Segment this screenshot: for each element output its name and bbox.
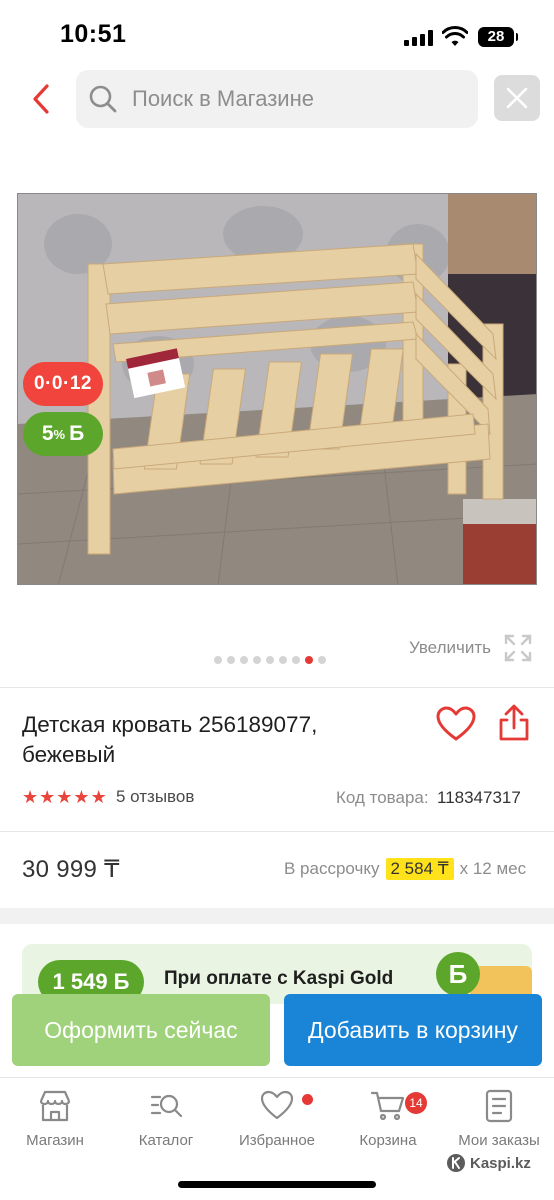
- add-to-cart-button[interactable]: Добавить в корзину: [284, 994, 542, 1066]
- search-placeholder: Поиск в Магазине: [132, 86, 314, 111]
- back-button[interactable]: [24, 80, 58, 118]
- star-icon: ★: [90, 787, 107, 807]
- share-icon[interactable]: [496, 704, 532, 742]
- battery-indicator: 28: [478, 27, 518, 47]
- rating-stars: ★ ★ ★ ★ ★: [22, 788, 107, 806]
- installment-suffix: x 12 мес: [459, 859, 527, 878]
- wifi-icon: [442, 26, 468, 46]
- gallery-dot[interactable]: [266, 656, 274, 664]
- gallery-dot[interactable]: [240, 656, 248, 664]
- tab-orders[interactable]: Мои заказы: [444, 1088, 554, 1149]
- zoom-label[interactable]: Увеличить: [409, 638, 491, 658]
- gallery-pagination[interactable]: [214, 656, 326, 664]
- cart-icon: [370, 1091, 405, 1121]
- star-icon: ★: [39, 787, 56, 807]
- gallery-dot[interactable]: [214, 656, 222, 664]
- product-title: Детская кровать 256189077, бежевый: [22, 712, 318, 767]
- product-code-value: 118347317: [437, 788, 521, 807]
- cart-count-badge: 14: [405, 1092, 427, 1114]
- gallery-dot[interactable]: [279, 656, 287, 664]
- star-icon: ★: [22, 787, 39, 807]
- bonus-symbol: Б: [69, 422, 85, 445]
- close-icon: [506, 87, 528, 109]
- orders-list-icon: [485, 1089, 513, 1123]
- gallery-dot[interactable]: [292, 656, 300, 664]
- kaspi-watermark: Kaspi.kz: [446, 1153, 531, 1173]
- status-bar: 10:51 28: [0, 0, 554, 70]
- status-time: 10:51: [60, 20, 127, 48]
- tab-catalog-label: Каталог: [138, 1132, 194, 1149]
- divider: [0, 831, 554, 832]
- catalog-search-icon: [150, 1094, 183, 1118]
- checkout-now-button[interactable]: Оформить сейчас: [12, 994, 270, 1066]
- gallery-dot[interactable]: [253, 656, 261, 664]
- section-separator: [0, 908, 554, 924]
- gallery-dot[interactable]: [318, 656, 326, 664]
- store-icon: [39, 1090, 71, 1122]
- tab-cart-label: Корзина: [359, 1132, 417, 1149]
- bonus-badge: 5% Б: [23, 412, 103, 456]
- bonus-coin-icon: Б: [436, 952, 480, 996]
- reviews-link[interactable]: 5 отзывов: [116, 787, 194, 807]
- promo-text: При оплате с Kaspi Gold: [164, 968, 394, 989]
- chevron-left-icon: [33, 84, 49, 114]
- tab-orders-label: Мои заказы: [458, 1132, 540, 1149]
- gallery-dot[interactable]: [305, 656, 313, 664]
- close-button[interactable]: [494, 75, 540, 121]
- favorites-badge-dot: [302, 1094, 313, 1105]
- star-icon: ★: [73, 787, 90, 807]
- divider: [0, 687, 554, 688]
- signal-icon: [404, 30, 434, 46]
- home-indicator[interactable]: [178, 1181, 376, 1188]
- installment-prefix: В рассрочку: [284, 859, 380, 878]
- watermark-text: Kaspi.kz: [470, 1154, 531, 1172]
- heart-outline-icon: [260, 1090, 294, 1120]
- installment-amount: 2 584 ₸: [385, 858, 454, 880]
- product-code-label: Код товара:: [336, 788, 429, 807]
- tab-cart[interactable]: 14 Корзина: [333, 1088, 443, 1149]
- bonus-percent: 5: [41, 422, 54, 445]
- expand-icon[interactable]: [504, 634, 532, 662]
- search-icon: [89, 85, 117, 113]
- product-price: 30 999 ₸: [22, 856, 120, 883]
- search-input[interactable]: Поиск в Магазине: [76, 70, 478, 128]
- gallery-dot[interactable]: [227, 656, 235, 664]
- tab-shop-label: Магазин: [26, 1132, 84, 1149]
- tab-favorites-label: Избранное: [238, 1132, 316, 1149]
- percent-sign-icon: %: [53, 426, 66, 442]
- heart-icon[interactable]: [436, 706, 476, 742]
- tab-shop[interactable]: Магазин: [0, 1088, 110, 1149]
- installment-badge: 0·0·12: [23, 362, 103, 406]
- installment-info[interactable]: В рассрочку 2 584 ₸ x 12 мес: [284, 858, 526, 880]
- tab-catalog[interactable]: Каталог: [111, 1088, 221, 1149]
- star-icon: ★: [56, 787, 73, 807]
- kaspi-logo-icon: [447, 1154, 465, 1172]
- tab-favorites[interactable]: Избранное: [222, 1088, 332, 1149]
